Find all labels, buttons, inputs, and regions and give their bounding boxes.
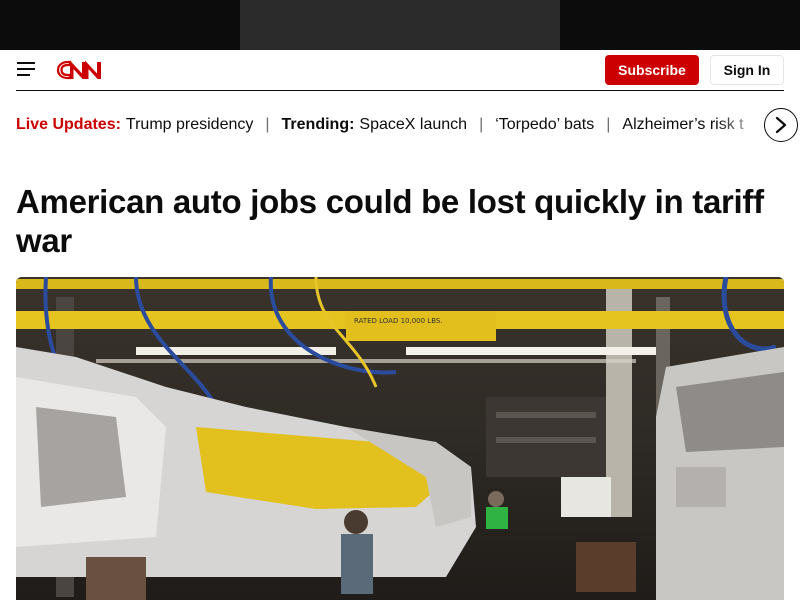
hero-image[interactable]: RATED LOAD 10,000 LBS. xyxy=(16,277,784,600)
article-headline[interactable]: American auto jobs could be lost quickly… xyxy=(16,182,788,260)
top-ad-banner xyxy=(0,0,800,50)
subscribe-button[interactable]: Subscribe xyxy=(605,55,699,85)
ticker-separator: | xyxy=(479,116,484,133)
gantry-sign-text: RATED LOAD 10,000 LBS. xyxy=(354,317,443,325)
trending-label: Trending: xyxy=(281,116,355,133)
ticker-separator: | xyxy=(265,116,270,133)
ticker-link-live[interactable]: Trump presidency xyxy=(126,116,253,134)
ticker-separator: | xyxy=(606,116,611,133)
ticker-link-trending[interactable]: SpaceX launch xyxy=(359,116,467,134)
trending-ticker: Live Updates: Trump presidency | Trendin… xyxy=(16,108,800,144)
sign-in-button[interactable]: Sign In xyxy=(710,55,784,85)
ad-slot[interactable] xyxy=(240,0,560,50)
site-header: Subscribe Sign In xyxy=(0,50,800,92)
ticker-track: Live Updates: Trump presidency | Trendin… xyxy=(16,116,756,134)
ticker-link-trending[interactable]: ‘Torpedo’ bats xyxy=(495,116,594,134)
cnn-logo[interactable] xyxy=(55,56,103,84)
hamburger-menu-icon[interactable] xyxy=(17,60,39,78)
chevron-right-icon[interactable] xyxy=(764,108,798,142)
header-divider xyxy=(16,90,784,91)
live-updates-label: Live Updates: xyxy=(16,116,121,133)
